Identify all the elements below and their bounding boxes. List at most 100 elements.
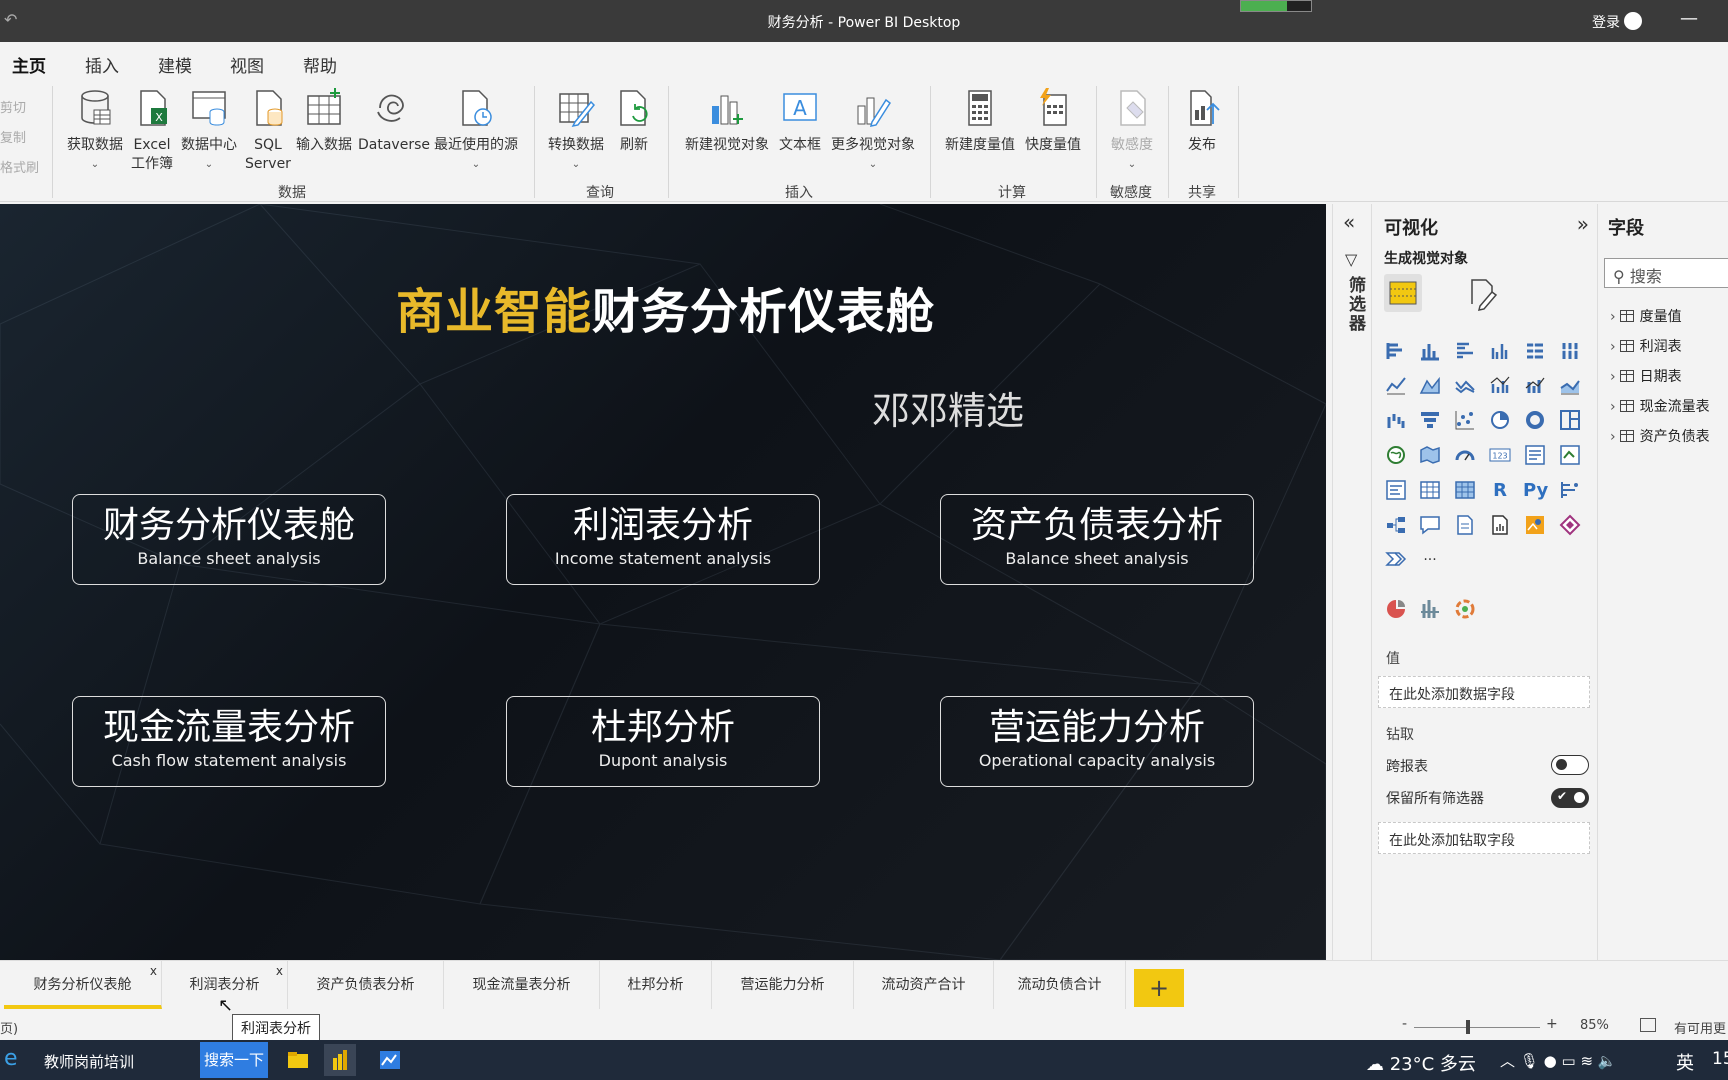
table-icon[interactable] xyxy=(1418,479,1442,503)
zoom-out-button[interactable]: - xyxy=(1402,1016,1407,1032)
textbox-button[interactable]: A 文本框 xyxy=(776,88,824,155)
field-table-cashflow[interactable]: › 现金流量表 xyxy=(1610,396,1710,416)
map-icon[interactable] xyxy=(1384,444,1408,468)
close-icon[interactable]: x xyxy=(150,947,157,995)
zoom-slider-thumb[interactable] xyxy=(1466,1020,1470,1034)
field-table-measures[interactable]: › 度量值 xyxy=(1610,306,1682,326)
new-measure-button[interactable]: 新建度量值 xyxy=(940,88,1020,155)
nav-card-balance[interactable]: 资产负债表分析 Balance sheet analysis xyxy=(940,494,1254,585)
field-table-date[interactable]: › 日期表 xyxy=(1610,366,1682,386)
file-explorer-icon[interactable] xyxy=(282,1044,314,1076)
power-apps-icon[interactable] xyxy=(1558,514,1582,538)
sensitivity-button[interactable]: 敏感度 ⌄ xyxy=(1104,88,1160,174)
expand-filters-icon[interactable]: « xyxy=(1343,210,1355,234)
format-visual-tab[interactable] xyxy=(1464,274,1502,312)
scatter-icon[interactable] xyxy=(1453,409,1477,433)
tab-view[interactable]: 视图 xyxy=(230,52,264,77)
values-drop-zone[interactable]: 在此处添加数据字段 xyxy=(1378,676,1590,708)
page-tab[interactable]: 财务分析仪表舱 x xyxy=(4,961,162,1009)
field-table-balance[interactable]: › 资产负债表 xyxy=(1610,426,1710,446)
nav-card-dashboard[interactable]: 财务分析仪表舱 Balance sheet analysis xyxy=(72,494,386,585)
paginated-report-icon[interactable] xyxy=(1488,514,1512,538)
100-column-icon[interactable] xyxy=(1558,340,1582,364)
line-column-icon[interactable] xyxy=(1488,374,1512,398)
nav-card-income[interactable]: 利润表分析 Income statement analysis xyxy=(506,494,820,585)
weather-widget[interactable]: ☁ 23°C 多云 xyxy=(1366,1050,1476,1076)
stacked-bar-icon[interactable] xyxy=(1384,340,1408,364)
arcgis-map-icon[interactable] xyxy=(1523,514,1547,538)
nav-card-operational[interactable]: 营运能力分析 Operational capacity analysis xyxy=(940,696,1254,787)
build-visual-tab[interactable] xyxy=(1384,274,1422,312)
more-visuals-icon[interactable]: ··· xyxy=(1418,548,1442,572)
collapse-viz-icon[interactable]: » xyxy=(1577,212,1589,236)
stacked-area-icon[interactable] xyxy=(1453,374,1477,398)
ie-window-label[interactable]: 教师岗前培训 xyxy=(44,1051,134,1072)
slicer-icon[interactable] xyxy=(1384,479,1408,503)
qa-visual-icon[interactable] xyxy=(1418,514,1442,538)
quick-measure-button[interactable]: 快度量值 xyxy=(1022,88,1084,155)
kpi-icon[interactable] xyxy=(1558,444,1582,468)
key-influencers-icon[interactable] xyxy=(1558,479,1582,503)
nav-card-dupont[interactable]: 杜邦分析 Dupont analysis xyxy=(506,696,820,787)
more-visuals-button[interactable]: 更多视觉对象 ⌄ xyxy=(826,88,920,174)
refresh-button[interactable]: 刷新 xyxy=(612,88,656,155)
tab-home[interactable]: 主页 xyxy=(12,52,46,85)
sql-server-button[interactable]: SQL Server xyxy=(244,88,292,174)
funnel-icon[interactable] xyxy=(1418,409,1442,433)
python-visual-icon[interactable]: Py xyxy=(1523,479,1548,503)
tab-help[interactable]: 帮助 xyxy=(303,52,337,77)
update-available[interactable]: 有可用更 xyxy=(1674,1018,1726,1037)
power-automate-icon[interactable] xyxy=(1384,548,1408,572)
smart-narrative-icon[interactable] xyxy=(1453,514,1477,538)
filters-label[interactable]: 筛选器 xyxy=(1343,276,1368,333)
close-icon[interactable]: x xyxy=(276,947,283,995)
clustered-bar-icon[interactable] xyxy=(1453,340,1477,364)
datahub-button[interactable]: 数据中心 ⌄ xyxy=(178,88,240,174)
pie-chart-icon[interactable] xyxy=(1488,409,1512,433)
app-taskbar-icon[interactable] xyxy=(374,1044,406,1076)
avatar[interactable] xyxy=(1624,12,1642,30)
clustered-column-icon[interactable] xyxy=(1488,340,1512,364)
new-visual-button[interactable]: 新建视觉对象 xyxy=(680,88,774,155)
transform-data-button[interactable]: 转换数据 ⌄ xyxy=(544,88,608,174)
card-icon[interactable]: 123 xyxy=(1488,444,1512,468)
custom-visual-3-icon[interactable] xyxy=(1453,598,1477,622)
tab-insert[interactable]: 插入 xyxy=(85,52,119,77)
excel-button[interactable]: X Excel 工作簿 xyxy=(128,88,176,174)
input-method-indicator[interactable]: 英 xyxy=(1676,1049,1694,1075)
keep-filters-toggle[interactable]: ✔ xyxy=(1551,788,1589,808)
dataverse-button[interactable]: Dataverse xyxy=(358,88,430,155)
report-canvas[interactable]: 商业智能财务分析仪表舱 邓邓精选 财务分析仪表舱 Balance sheet a… xyxy=(0,204,1326,960)
page-tab[interactable]: 杜邦分析 xyxy=(600,961,712,1009)
line-chart-icon[interactable] xyxy=(1384,374,1408,398)
zoom-slider[interactable] xyxy=(1414,1027,1540,1028)
page-tab[interactable]: 流动负债合计 xyxy=(994,961,1126,1009)
stacked-column-icon[interactable] xyxy=(1418,340,1442,364)
fit-page-icon[interactable] xyxy=(1640,1018,1656,1032)
matrix-icon[interactable] xyxy=(1453,479,1477,503)
custom-visual-1-icon[interactable] xyxy=(1384,598,1408,622)
page-tab[interactable]: 资产负债表分析 xyxy=(288,961,444,1009)
decomposition-tree-icon[interactable] xyxy=(1384,514,1408,538)
search-button[interactable]: 搜索一下 xyxy=(200,1042,268,1078)
copy-button[interactable]: 复制 xyxy=(0,124,39,154)
enter-data-button[interactable]: 输入数据 xyxy=(294,88,354,155)
ie-icon[interactable]: e xyxy=(4,1046,18,1071)
recent-sources-button[interactable]: 最近使用的源 ⌄ xyxy=(430,88,522,174)
area-chart-icon[interactable] xyxy=(1418,374,1442,398)
100-bar-icon[interactable] xyxy=(1523,340,1547,364)
tab-modeling[interactable]: 建模 xyxy=(158,52,192,77)
drill-through-drop-zone[interactable]: 在此处添加钻取字段 xyxy=(1378,822,1590,854)
multi-row-card-icon[interactable] xyxy=(1523,444,1547,468)
page-tab[interactable]: 现金流量表分析 xyxy=(444,961,600,1009)
r-visual-icon[interactable]: R xyxy=(1488,479,1512,503)
publish-button[interactable]: 发布 xyxy=(1178,88,1226,155)
system-tray[interactable]: ︿ 🎙 ● ▭ ≋ 🔈 xyxy=(1500,1050,1617,1071)
page-tab[interactable]: 营运能力分析 xyxy=(712,961,854,1009)
nav-card-cashflow[interactable]: 现金流量表分析 Cash flow statement analysis xyxy=(72,696,386,787)
get-data-button[interactable]: 获取数据 ⌄ xyxy=(62,88,128,174)
line-clustered-icon[interactable] xyxy=(1523,374,1547,398)
gauge-icon[interactable] xyxy=(1453,444,1477,468)
filled-map-icon[interactable] xyxy=(1418,444,1442,468)
clock[interactable]: 15 xyxy=(1712,1049,1728,1069)
